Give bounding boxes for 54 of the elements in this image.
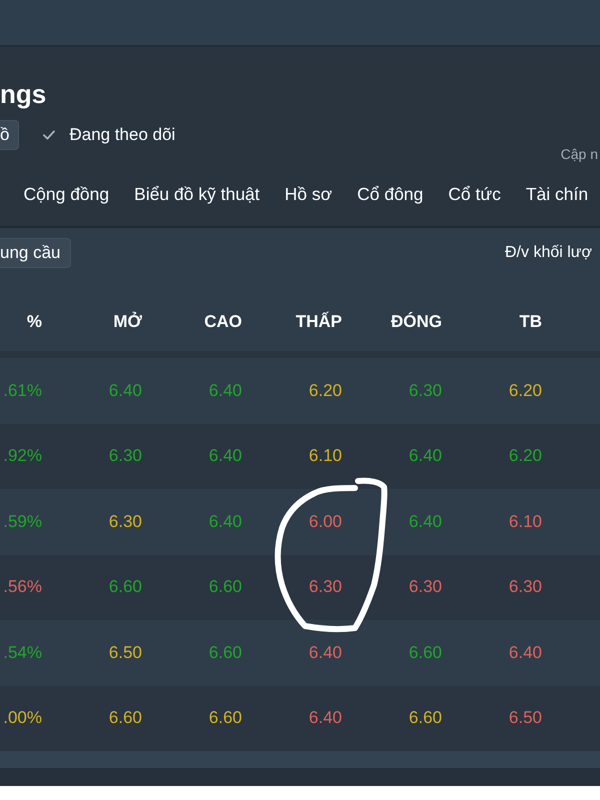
table-cell-text: 6.20	[508, 380, 543, 401]
page-title: ngs	[0, 79, 48, 109]
table-cell-text: 6.30	[408, 380, 443, 401]
table-cell-text: 6.50	[508, 708, 543, 728]
table-cell-text: 6.40	[308, 642, 343, 663]
table-cell-text: 6.10	[508, 512, 543, 532]
table-cell-text: 6.40	[208, 446, 243, 466]
table-cell-text: .59%	[2, 512, 43, 532]
table-cell-text: 6.30	[308, 577, 343, 598]
table-cell-text: 6.00	[308, 512, 343, 532]
nav-tab[interactable]: Cộng đồng	[11, 178, 122, 212]
table-cell-text: 6.50	[108, 642, 143, 663]
table-cell-text: .56%	[2, 577, 43, 598]
table-cell-text: 6.30	[108, 446, 143, 466]
table-cell-text: 6.40	[308, 708, 343, 728]
table-cell-text: 6.10	[308, 446, 343, 466]
table-cell-text: 6.40	[408, 512, 443, 532]
table-cell-text: 6.40	[508, 642, 543, 663]
table-cell-text: 6.40	[208, 512, 243, 532]
table-cell-text: 6.60	[108, 708, 143, 728]
update-note: Cập n	[560, 145, 599, 163]
table-cell-text: 6.20	[308, 380, 343, 401]
column-header: CAO	[203, 312, 243, 332]
nav-tab[interactable]: Tài chín	[513, 178, 600, 212]
table-cell-text: .00%	[2, 708, 43, 728]
table-cell-text: 6.60	[208, 708, 243, 728]
column-header: TB	[518, 312, 543, 332]
table-cell-text: 6.60	[408, 642, 443, 663]
table-cell-text: .61%	[2, 380, 43, 401]
filter-button[interactable]: ung cầu	[0, 238, 70, 268]
table-cell-text: 6.40	[208, 380, 243, 401]
table-cell-text: 6.40	[408, 446, 443, 466]
table-cell-text: 6.40	[108, 380, 143, 401]
nav-tab[interactable]: Cổ tức	[436, 178, 514, 212]
table-cell-text: 6.60	[108, 577, 143, 598]
column-header: %	[26, 312, 43, 332]
column-header: MỞ	[112, 312, 143, 332]
nav-tab[interactable]: Cổ đông	[344, 178, 436, 212]
nav-tab[interactable]: Biểu đồ kỹ thuật	[122, 178, 272, 212]
following-button[interactable]: Đang theo dõi	[43, 120, 176, 150]
unit-label: Đ/v khối lượ	[505, 243, 593, 263]
table-cell-text: 6.20	[508, 446, 543, 466]
toolbar-button[interactable]: ồ	[0, 120, 20, 150]
table-cell-text: 6.60	[408, 708, 443, 728]
table-cell-text: 6.60	[208, 642, 243, 663]
column-header: ĐÓNG	[390, 312, 443, 332]
table-cell-text: 6.30	[108, 512, 143, 532]
column-header: THẤP	[294, 312, 343, 332]
table-cell-text: .92%	[2, 446, 43, 466]
table-cell-text: 6.30	[408, 577, 443, 598]
table-cell-text: .54%	[2, 642, 43, 663]
table-cell-text: 6.60	[208, 577, 243, 598]
nav-tab[interactable]: Hồ sơ	[272, 178, 345, 212]
table-cell-text: 6.30	[508, 577, 543, 598]
